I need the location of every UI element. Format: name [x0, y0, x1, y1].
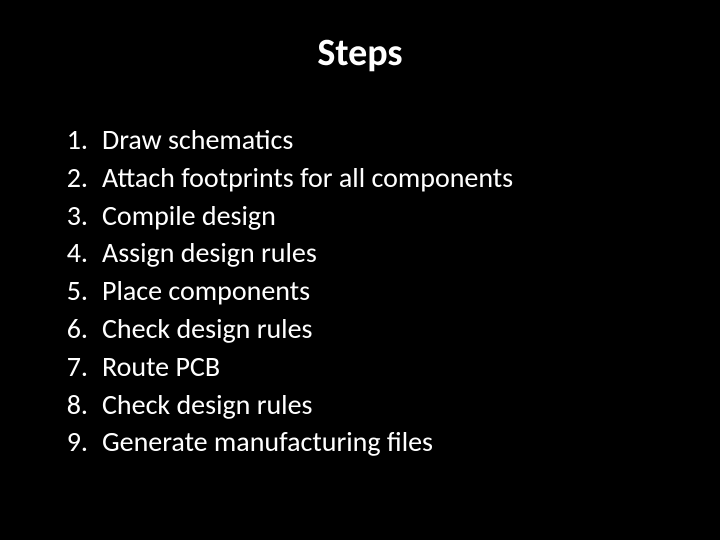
step-text: Assign design rules — [102, 234, 680, 272]
list-item: 2. Attach footprints for all components — [60, 159, 680, 197]
step-number: 4. — [60, 234, 102, 272]
step-number: 9. — [60, 423, 102, 461]
step-number: 3. — [60, 197, 102, 235]
step-number: 5. — [60, 272, 102, 310]
step-text: Route PCB — [102, 348, 680, 386]
step-number: 7. — [60, 348, 102, 386]
step-text: Compile design — [102, 197, 680, 235]
step-number: 2. — [60, 159, 102, 197]
list-item: 7. Route PCB — [60, 348, 680, 386]
slide-container: Steps 1. Draw schematics 2. Attach footp… — [0, 0, 720, 540]
list-item: 3. Compile design — [60, 197, 680, 235]
step-number: 8. — [60, 386, 102, 424]
list-item: 4. Assign design rules — [60, 234, 680, 272]
step-text: Attach footprints for all components — [102, 159, 680, 197]
step-number: 6. — [60, 310, 102, 348]
list-item: 9. Generate manufacturing files — [60, 423, 680, 461]
slide-title: Steps — [40, 30, 680, 76]
step-text: Check design rules — [102, 386, 680, 424]
list-item: 8. Check design rules — [60, 386, 680, 424]
step-text: Place components — [102, 272, 680, 310]
step-text: Draw schematics — [102, 121, 680, 159]
step-text: Check design rules — [102, 310, 680, 348]
list-item: 1. Draw schematics — [60, 121, 680, 159]
list-item: 5. Place components — [60, 272, 680, 310]
list-item: 6. Check design rules — [60, 310, 680, 348]
step-number: 1. — [60, 121, 102, 159]
steps-list: 1. Draw schematics 2. Attach footprints … — [40, 121, 680, 461]
step-text: Generate manufacturing files — [102, 423, 680, 461]
